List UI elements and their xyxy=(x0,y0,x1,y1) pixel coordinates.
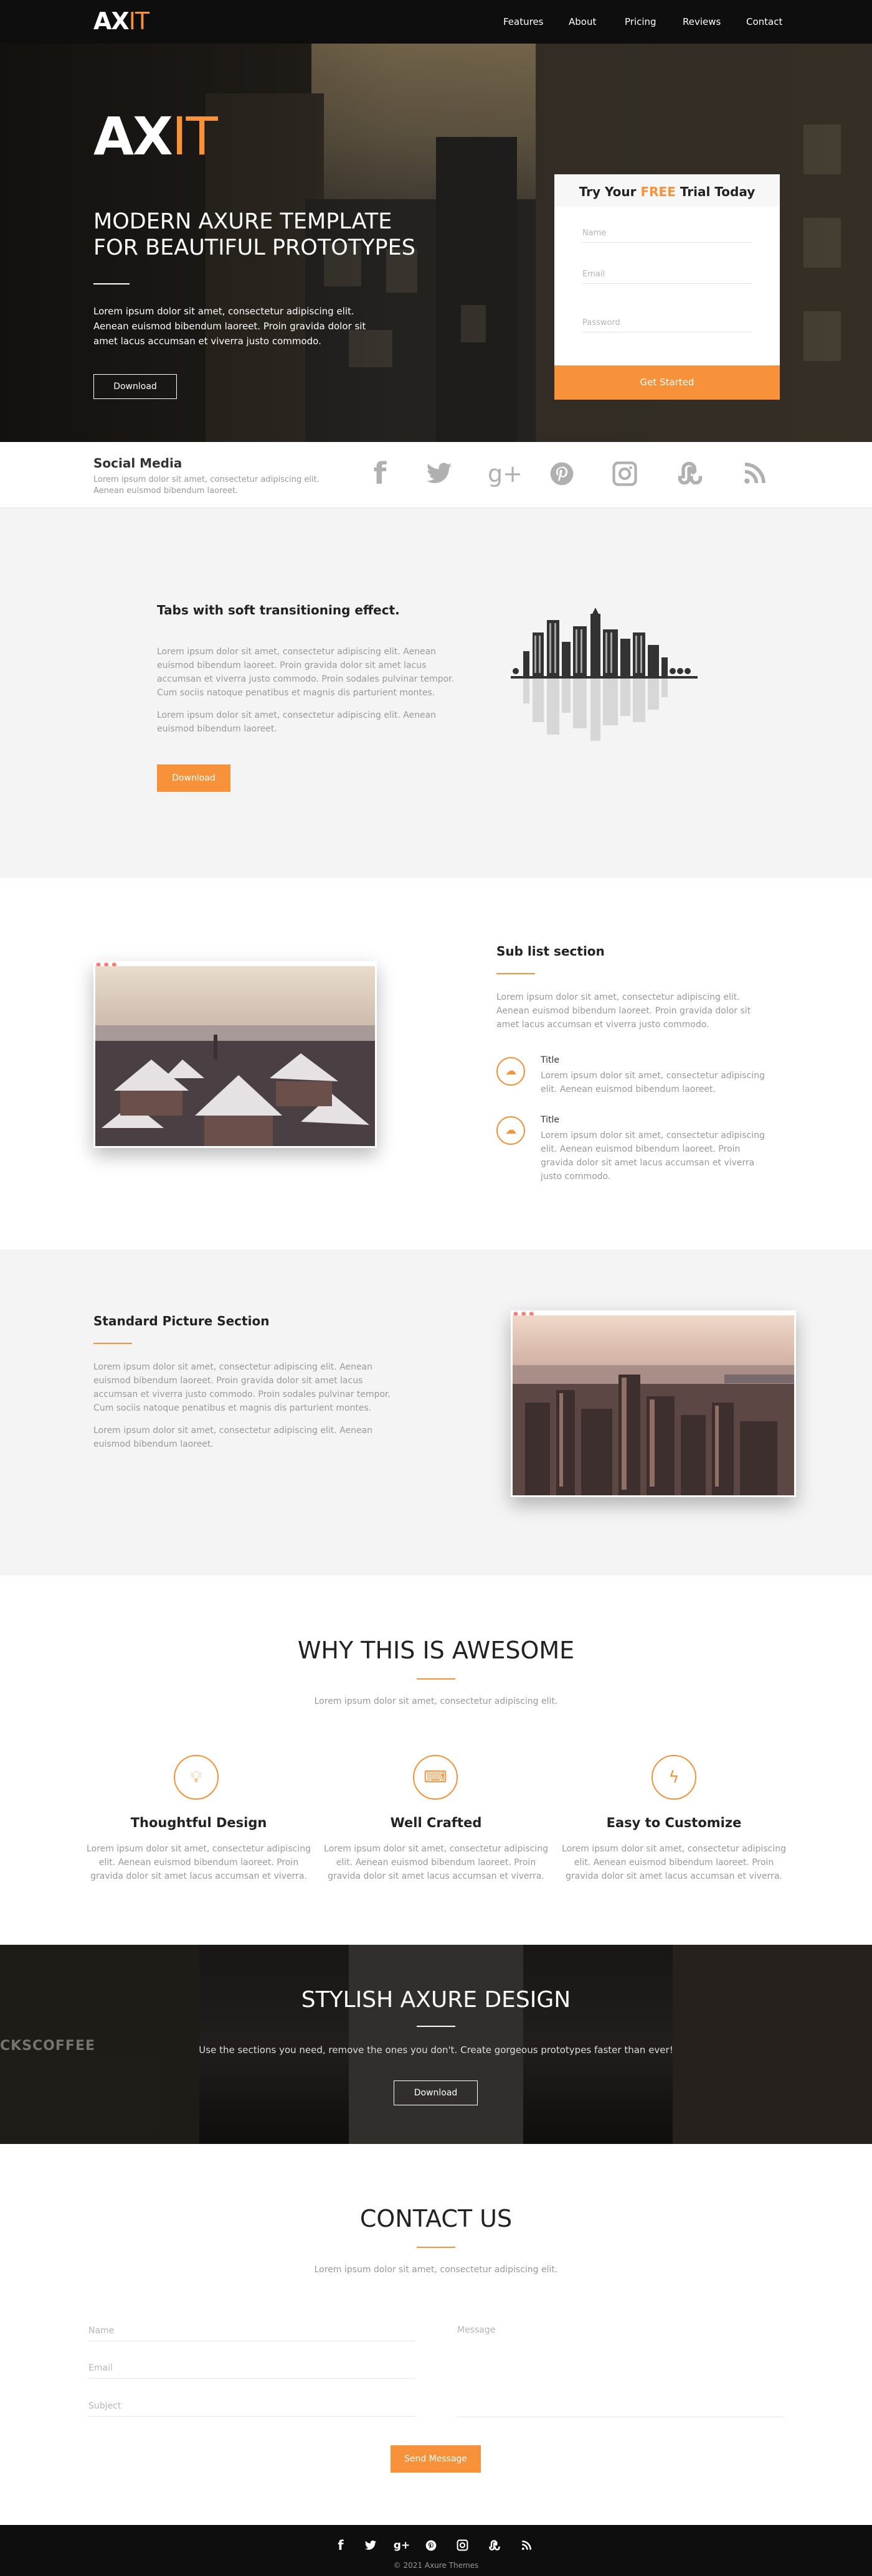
snowy-rooftops-photo xyxy=(95,966,375,1146)
browser-mockup-2: ● ● ● xyxy=(511,1310,796,1497)
stylish-design-section: CKSCOFFEE STYLISH AXURE DESIGN Use the s… xyxy=(0,1945,872,2144)
contact-name-input[interactable] xyxy=(88,2320,415,2341)
why-section: WHY THIS IS AWESOME Lorem ipsum dolor si… xyxy=(0,1576,872,1945)
landing-page: AXIT Features About Pricing Reviews Cont… xyxy=(0,0,872,2576)
sublist-item-2-text: Lorem ipsum dolor sit amet, consectetur … xyxy=(541,1131,765,1182)
trial-email-input[interactable] xyxy=(582,265,752,284)
stumbleupon-icon[interactable] xyxy=(485,2536,504,2555)
feature-2-title: Well Crafted xyxy=(390,1815,482,1830)
stylish-title: STYLISH AXURE DESIGN xyxy=(301,1987,571,2013)
sublist-text: Lorem ipsum dolor sit amet, consectetur … xyxy=(496,992,751,1030)
hero-title: MODERN AXURE TEMPLATE FOR BEAUTIFUL PROTO… xyxy=(93,209,415,260)
why-subtitle: Lorem ipsum dolor sit amet, consectetur … xyxy=(314,1696,558,1706)
google-plus-icon[interactable]: g+ xyxy=(392,2536,411,2555)
cloud-icon: ☁ xyxy=(496,1057,525,1086)
facebook-icon[interactable]: f xyxy=(364,458,396,489)
hero-text: Lorem ipsum dolor sit amet, consectetur … xyxy=(93,306,366,347)
pinterest-icon[interactable] xyxy=(546,458,577,489)
trial-password-input[interactable] xyxy=(582,314,752,332)
feature-2-text: Lorem ipsum dolor sit amet, consectetur … xyxy=(324,1844,548,1881)
contact-subtitle: Lorem ipsum dolor sit amet, consectetur … xyxy=(314,2265,558,2275)
google-plus-icon[interactable]: g+ xyxy=(488,458,523,489)
social-title: Social Media xyxy=(93,456,182,471)
pinterest-icon[interactable] xyxy=(422,2536,440,2555)
feature-3-title: Easy to Customize xyxy=(606,1815,742,1830)
nav-link-pricing[interactable]: Pricing xyxy=(625,16,656,27)
nav-logo[interactable]: AXIT xyxy=(93,7,149,35)
twitter-icon[interactable] xyxy=(424,458,455,489)
social-media-bar: Social Media Lorem ipsum dolor sit amet,… xyxy=(0,442,872,508)
twitter-icon[interactable] xyxy=(361,2536,380,2555)
standard-paragraph-2: Lorem ipsum dolor sit amet, consectetur … xyxy=(93,1426,373,1449)
sublist-item-1-title: Title xyxy=(541,1055,560,1065)
browser-mockup-1: ● ● ● xyxy=(93,961,377,1148)
nav-link-features[interactable]: Features xyxy=(503,16,544,27)
hero-section: AXIT MODERN AXURE TEMPLATE FOR BEAUTIFUL … xyxy=(0,44,872,442)
trial-form-title: Try Your FREE Trial Today xyxy=(579,184,756,199)
contact-email-input[interactable] xyxy=(88,2357,415,2379)
top-nav: AXIT Features About Pricing Reviews Cont… xyxy=(0,0,872,44)
sublist-title: Sub list section xyxy=(496,944,605,959)
get-started-button[interactable]: Get Started xyxy=(554,365,780,400)
hero-logo: AXIT xyxy=(93,106,218,167)
facebook-icon[interactable]: f xyxy=(331,2536,350,2555)
tabs-download-button[interactable]: Download xyxy=(157,764,230,792)
nav-link-contact[interactable]: Contact xyxy=(746,16,782,27)
rss-icon[interactable] xyxy=(517,2536,536,2555)
keyboard-icon: ⌨ xyxy=(413,1755,458,1800)
city-skyline-illustration xyxy=(511,608,698,741)
stylish-text: Use the sections you need, remove the on… xyxy=(199,2044,673,2056)
sublist-item-2-title: Title xyxy=(541,1115,560,1125)
lightning-icon: ϟ xyxy=(652,1755,696,1800)
sublist-item-1-text: Lorem ipsum dolor sit amet, consectetur … xyxy=(541,1071,765,1094)
contact-section: CONTACT US Lorem ipsum dolor sit amet, c… xyxy=(0,2144,872,2525)
lightbulb-icon: 💡︎ xyxy=(174,1755,219,1800)
instagram-icon[interactable] xyxy=(609,458,640,489)
stumbleupon-icon[interactable] xyxy=(675,458,706,489)
contact-message-textarea[interactable] xyxy=(457,2320,784,2417)
hero-divider xyxy=(93,283,130,284)
rss-icon[interactable] xyxy=(739,458,770,489)
feature-1-title: Thoughtful Design xyxy=(130,1815,267,1830)
tabs-title: Tabs with soft transitioning effect. xyxy=(157,603,400,618)
instagram-icon[interactable] xyxy=(453,2536,472,2555)
city-aerial-photo xyxy=(513,1315,794,1495)
standard-title: Standard Picture Section xyxy=(93,1314,270,1328)
copyright-text: © 2021 Axure Themes xyxy=(393,2561,479,2570)
contact-subject-input[interactable] xyxy=(88,2395,415,2417)
why-title: WHY THIS IS AWESOME xyxy=(297,1637,575,1664)
standard-paragraph-1: Lorem ipsum dolor sit amet, consectetur … xyxy=(93,1362,391,1413)
tabs-paragraph-1: Lorem ipsum dolor sit amet, consectetur … xyxy=(157,647,454,698)
contact-title: CONTACT US xyxy=(359,2205,513,2232)
hero-download-button[interactable]: Download xyxy=(93,374,177,399)
social-text: Lorem ipsum dolor sit amet, consectetur … xyxy=(93,475,320,496)
feature-1-text: Lorem ipsum dolor sit amet, consectetur … xyxy=(87,1844,311,1881)
feature-3-text: Lorem ipsum dolor sit amet, consectetur … xyxy=(562,1844,786,1881)
nav-link-about[interactable]: About xyxy=(569,16,596,27)
cloud-upload-icon: ☁ xyxy=(496,1116,525,1145)
tabs-paragraph-2: Lorem ipsum dolor sit amet, consectetur … xyxy=(157,710,437,734)
tabs-section: Tabs with soft transitioning effect. Lor… xyxy=(0,508,872,878)
send-message-button[interactable]: Send Message xyxy=(391,2445,481,2473)
stylish-download-button[interactable]: Download xyxy=(394,2080,478,2105)
sub-list-section: ● ● ● Sub list section Lorem ipsum dolor… xyxy=(0,878,872,1249)
nav-link-reviews[interactable]: Reviews xyxy=(683,16,721,27)
footer: f g+ © 2021 Axure Themes xyxy=(0,2525,872,2576)
trial-form: Try Your FREE Trial Today Get Started xyxy=(554,174,780,400)
standard-picture-section: Standard Picture Section Lorem ipsum dol… xyxy=(0,1249,872,1576)
trial-name-input[interactable] xyxy=(582,224,752,243)
